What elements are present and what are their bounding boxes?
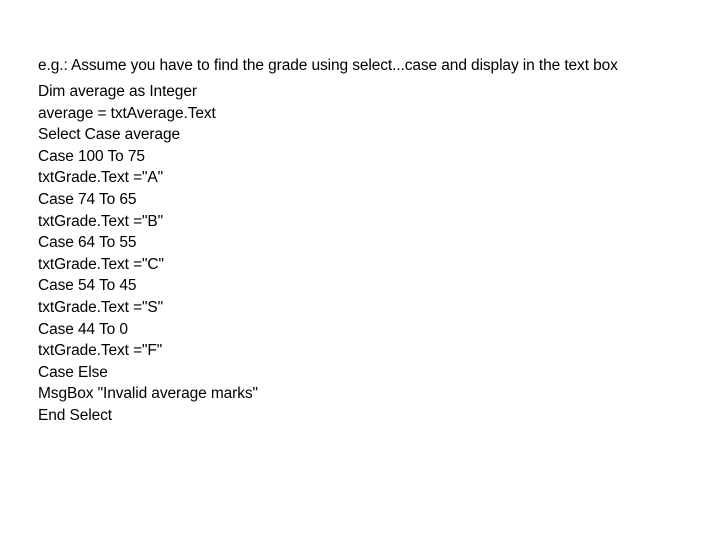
code-line: Case Else — [38, 363, 108, 381]
code-listing: Dim average as Integer average = txtAver… — [38, 81, 258, 427]
code-line: Case 100 To 75 — [38, 147, 145, 165]
code-line: txtGrade.Text ="C" — [38, 255, 164, 273]
code-line: txtGrade.Text ="A" — [38, 169, 164, 187]
code-line: Dim average as Integer — [38, 83, 197, 100]
code-line: txtGrade.Text ="S" — [38, 298, 164, 316]
code-line: average = txtAverage.Text — [38, 104, 216, 122]
code-line: txtGrade.Text ="B" — [38, 212, 164, 230]
code-line: Case 44 To 0 — [38, 320, 128, 338]
code-line: Select Case average — [38, 126, 180, 144]
code-line: Case 54 To 45 — [38, 277, 137, 295]
code-line: MsgBox "Invalid average marks" — [38, 385, 258, 403]
code-line: txtGrade.Text ="F" — [38, 342, 163, 360]
code-line: End Select — [38, 406, 112, 424]
intro-text: e.g.: Assume you have to find the grade … — [38, 57, 618, 74]
slide: e.g.: Assume you have to find the grade … — [0, 0, 720, 540]
code-line: Case 74 To 65 — [38, 190, 137, 208]
code-line: Case 64 To 55 — [38, 234, 137, 252]
